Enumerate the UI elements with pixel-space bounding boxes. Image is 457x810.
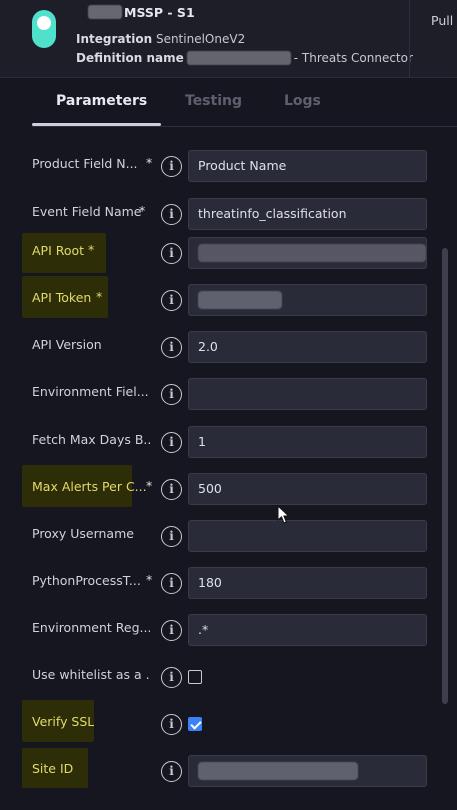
connector-header: MSSP - S1 Integration SentinelOneV2 Defi… (0, 0, 457, 78)
info-icon[interactable]: i (161, 714, 182, 735)
param-row: Fetch Max Days B... i 1 (0, 426, 440, 458)
header-divider (409, 0, 410, 78)
param-input[interactable] (188, 520, 427, 552)
integration-label: Integration (76, 32, 153, 46)
required-asterisk: * (146, 478, 153, 493)
param-label: Event Field Name (32, 204, 142, 219)
active-tab-indicator (32, 123, 161, 126)
pull-button[interactable]: Pull (431, 13, 453, 28)
param-row: Environment Reg... i .* (0, 614, 440, 646)
definition-label: Definition name (76, 51, 184, 65)
info-icon[interactable]: i (161, 204, 182, 225)
info-icon[interactable]: i (161, 761, 182, 782)
param-checkbox[interactable] (188, 717, 202, 731)
redacted-block (186, 51, 291, 65)
param-label: Proxy Username (32, 526, 134, 541)
tab-testing[interactable]: Testing (185, 93, 242, 109)
info-icon[interactable]: i (161, 432, 182, 453)
redacted-block (88, 5, 122, 19)
param-input[interactable] (188, 755, 427, 787)
connector-title: MSSP - S1 (88, 3, 195, 21)
param-row: Environment Fiel... i (0, 378, 440, 410)
info-icon[interactable]: i (161, 243, 182, 264)
param-label: Environment Fiel... (32, 384, 149, 399)
param-label: Verify SSL (32, 714, 95, 729)
param-input[interactable]: 2.0 (188, 331, 427, 363)
param-row: Product Field N... * i Product Name (0, 150, 440, 182)
tab-bar: Parameters Testing Logs (32, 78, 457, 127)
param-row: Proxy Username i (0, 520, 440, 552)
scrollbar[interactable] (442, 248, 448, 704)
info-icon[interactable]: i (161, 384, 182, 405)
param-label: PythonProcessT... (32, 573, 141, 588)
param-label: API Token (32, 290, 92, 305)
param-input[interactable]: Product Name (188, 150, 427, 182)
required-asterisk: * (139, 203, 146, 218)
connector-title-text: MSSP - S1 (124, 4, 195, 20)
mouse-pointer-icon (277, 505, 290, 524)
param-row: Verify SSL i (0, 700, 440, 742)
info-icon[interactable]: i (161, 156, 182, 177)
info-icon[interactable]: i (161, 620, 182, 641)
param-input[interactable]: .* (188, 614, 427, 646)
required-asterisk: * (146, 155, 153, 170)
info-icon[interactable]: i (161, 479, 182, 500)
redacted-value (198, 761, 358, 780)
param-row: Site ID i (0, 748, 440, 788)
required-asterisk: * (146, 572, 153, 587)
param-row: API Root * i (0, 233, 440, 273)
redacted-value (198, 243, 426, 262)
info-icon[interactable]: i (161, 667, 182, 688)
param-input[interactable]: 180 (188, 567, 427, 599)
param-label: API Root (32, 243, 85, 258)
definition-line: Definition name - Threats Connector (76, 51, 413, 65)
info-icon[interactable]: i (161, 290, 182, 311)
info-icon[interactable]: i (161, 526, 182, 547)
param-label: Use whitelist as a ... (32, 667, 150, 682)
param-input[interactable] (188, 237, 427, 269)
integration-value: SentinelOneV2 (155, 32, 246, 46)
integration-line: Integration SentinelOneV2 (76, 32, 245, 46)
toggle-knob (37, 16, 51, 30)
info-icon[interactable]: i (161, 337, 182, 358)
param-input[interactable]: 1 (188, 426, 427, 458)
parameters-form: Product Field N... * i Product Name Event Fi… (0, 128, 457, 810)
toggle-icon[interactable] (32, 10, 56, 48)
param-row: PythonProcessT... * i 180 (0, 567, 440, 599)
param-row: Use whitelist as a ... i (0, 661, 440, 693)
required-asterisk: * (88, 242, 95, 257)
param-input[interactable]: threatinfo_classification (188, 198, 427, 230)
param-label: Environment Reg... (32, 620, 150, 635)
tab-logs[interactable]: Logs (284, 93, 321, 109)
param-input[interactable]: 500 (188, 473, 427, 505)
info-icon[interactable]: i (161, 573, 182, 594)
param-checkbox[interactable] (188, 670, 202, 684)
param-input[interactable] (188, 284, 427, 316)
param-row: API Version i 2.0 (0, 331, 440, 363)
param-row: API Token * i (0, 276, 440, 318)
tab-parameters[interactable]: Parameters (56, 93, 147, 109)
param-label: Site ID (32, 761, 74, 776)
param-label: Product Field N... (32, 156, 138, 171)
redacted-value (198, 290, 282, 309)
param-label: Fetch Max Days B... (32, 432, 150, 447)
required-asterisk: * (96, 289, 103, 304)
param-row: Max Alerts Per C... * i 500 (0, 465, 440, 507)
param-label: Max Alerts Per C... (32, 479, 147, 494)
param-row: Event Field Name * i threatinfo_classificat… (0, 198, 440, 230)
definition-value: - Threats Connector (293, 51, 413, 65)
param-label: API Version (32, 337, 102, 352)
param-input[interactable] (188, 378, 427, 410)
